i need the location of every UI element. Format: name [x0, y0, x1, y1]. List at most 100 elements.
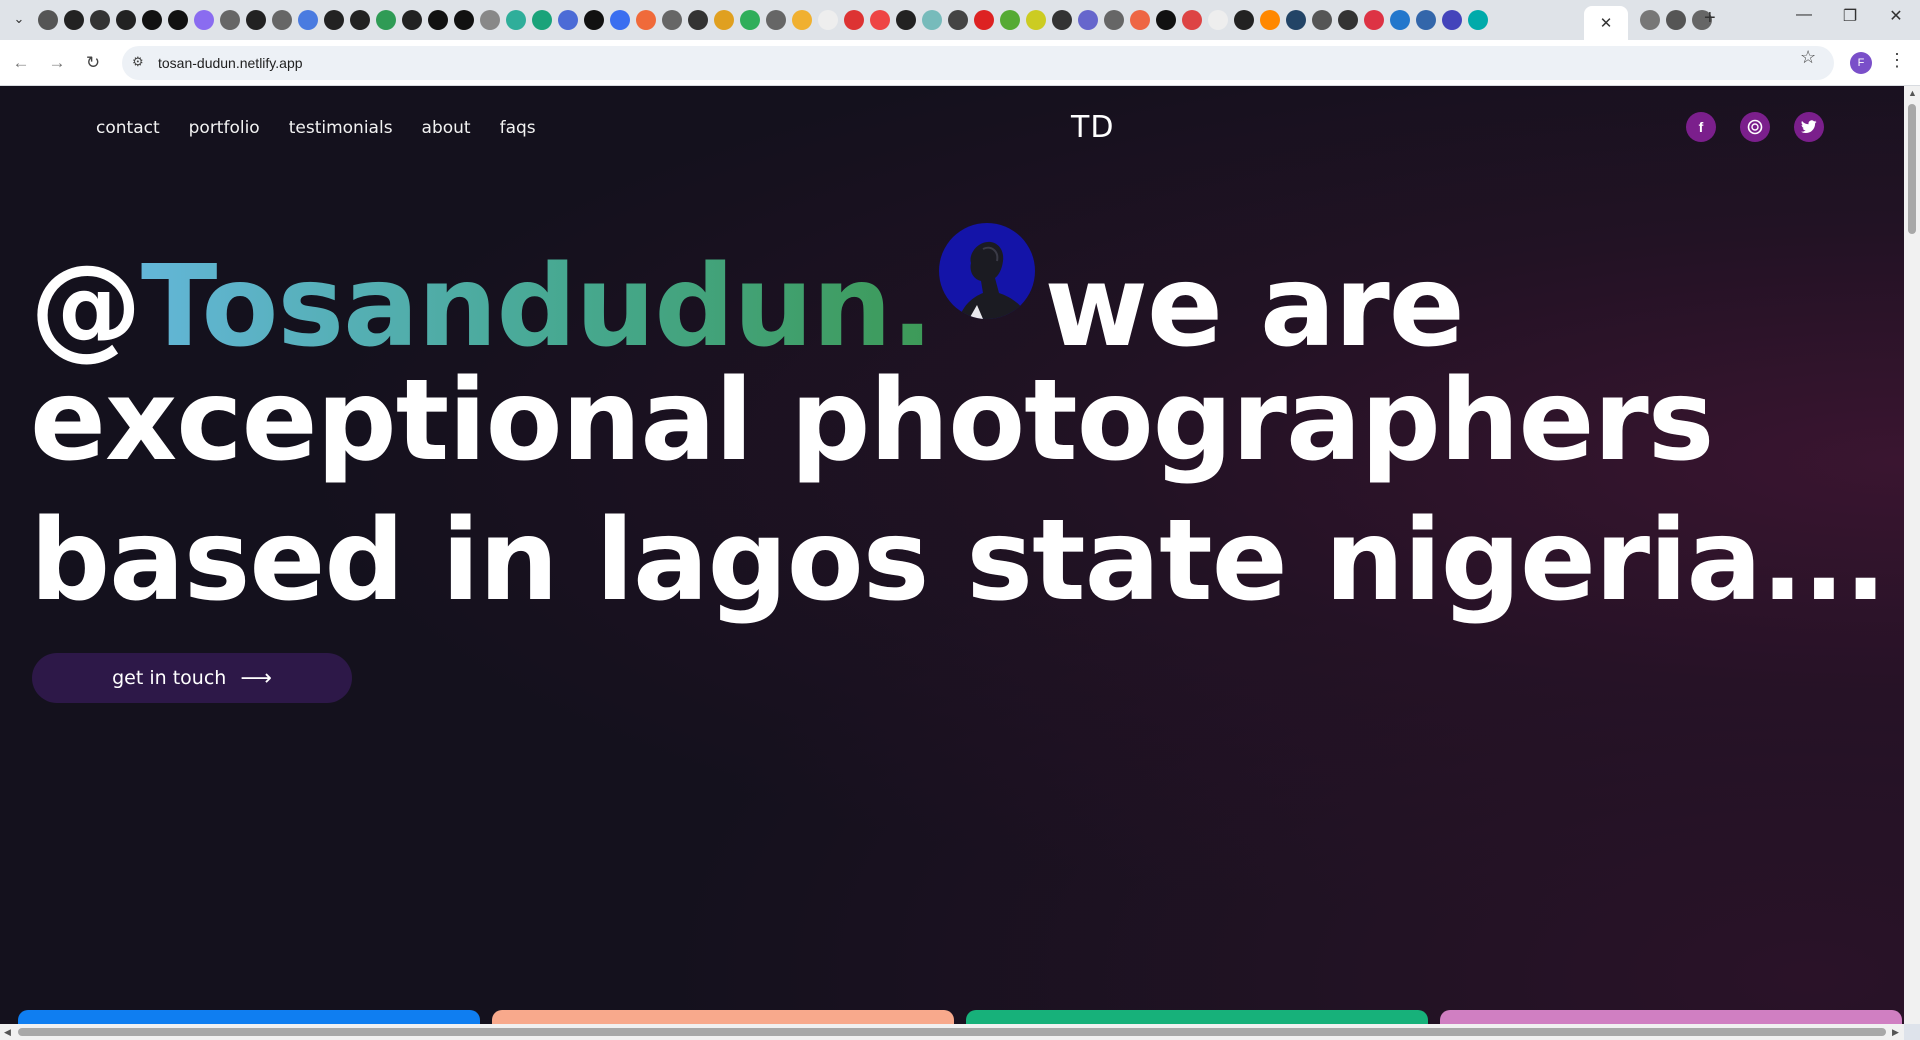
tab-favicon-icon[interactable] [766, 10, 786, 30]
tab-favicon-icon[interactable] [168, 10, 188, 30]
browser-toolbar: ← → ↻ ⚙ tosan-dudun.netlify.app ☆ F ⋮ [0, 40, 1920, 86]
tab-favicon-icon[interactable] [870, 10, 890, 30]
tab-favicon-icon[interactable] [610, 10, 630, 30]
url-text[interactable]: tosan-dudun.netlify.app [158, 55, 303, 71]
reload-icon[interactable]: ↻ [80, 50, 106, 76]
tab-favicon-icon[interactable] [636, 10, 656, 30]
horizontal-scroll-thumb[interactable] [18, 1028, 1886, 1036]
scroll-up-icon[interactable]: ▲ [1908, 88, 1917, 98]
forward-icon[interactable]: → [44, 50, 70, 76]
tab-favicon-icon[interactable] [402, 10, 422, 30]
nav-contact[interactable]: contact [96, 118, 160, 138]
tab-favicon-icon[interactable] [1468, 10, 1488, 30]
site-logo[interactable]: TD [1071, 110, 1114, 145]
tab-favicon-icon[interactable] [1130, 10, 1150, 30]
trailing-tabs [1640, 10, 1712, 30]
back-icon[interactable]: ← [8, 50, 34, 76]
pinned-tabs [38, 10, 1488, 30]
tab-favicon-icon[interactable] [376, 10, 396, 30]
tab-favicon-icon[interactable] [246, 10, 266, 30]
portfolio-card-pink[interactable] [1440, 1010, 1902, 1024]
horizontal-scrollbar[interactable]: ◀ ▶ [0, 1024, 1904, 1040]
tab-favicon-icon[interactable] [350, 10, 370, 30]
menu-kebab-icon[interactable]: ⋮ [1888, 50, 1906, 71]
tab-favicon-icon[interactable] [1234, 10, 1254, 30]
tab-favicon-icon[interactable] [532, 10, 552, 30]
tab-favicon-icon[interactable] [740, 10, 760, 30]
address-bar[interactable]: ⚙ tosan-dudun.netlify.app [122, 46, 1834, 80]
tab-favicon-icon[interactable] [38, 10, 58, 30]
facebook-icon[interactable]: f [1686, 112, 1716, 142]
tab-search-icon[interactable]: ⌄ [8, 8, 30, 30]
tab-favicon-icon[interactable] [324, 10, 344, 30]
tab-favicon-icon[interactable] [844, 10, 864, 30]
close-tab-icon[interactable]: ✕ [1600, 14, 1613, 32]
close-window-button[interactable]: ✕ [1876, 6, 1916, 26]
tab-favicon-icon[interactable] [1364, 10, 1384, 30]
tab-favicon-icon[interactable] [1666, 10, 1686, 30]
tab-favicon-icon[interactable] [1156, 10, 1176, 30]
site-info-icon[interactable]: ⚙ [132, 54, 144, 70]
tab-favicon-icon[interactable] [1442, 10, 1462, 30]
tab-favicon-icon[interactable] [1390, 10, 1410, 30]
nav-about[interactable]: about [422, 118, 471, 138]
tab-favicon-icon[interactable] [1026, 10, 1046, 30]
tab-favicon-icon[interactable] [272, 10, 292, 30]
tab-favicon-icon[interactable] [1640, 10, 1660, 30]
scroll-right-icon[interactable]: ▶ [1892, 1027, 1899, 1038]
profile-avatar[interactable]: F [1850, 52, 1872, 74]
tab-favicon-icon[interactable] [142, 10, 162, 30]
tab-favicon-icon[interactable] [90, 10, 110, 30]
tab-favicon-icon[interactable] [220, 10, 240, 30]
tab-favicon-icon[interactable] [922, 10, 942, 30]
tab-favicon-icon[interactable] [1312, 10, 1332, 30]
tab-favicon-icon[interactable] [480, 10, 500, 30]
tab-favicon-icon[interactable] [558, 10, 578, 30]
tab-favicon-icon[interactable] [714, 10, 734, 30]
tab-favicon-icon[interactable] [1000, 10, 1020, 30]
tab-favicon-icon[interactable] [1208, 10, 1228, 30]
photographer-avatar [938, 211, 1035, 319]
tab-favicon-icon[interactable] [584, 10, 604, 30]
tab-favicon-icon[interactable] [506, 10, 526, 30]
get-in-touch-button[interactable]: get in touch ⟶ [32, 653, 352, 703]
tab-favicon-icon[interactable] [896, 10, 916, 30]
tab-favicon-icon[interactable] [1416, 10, 1436, 30]
bookmark-star-icon[interactable]: ☆ [1800, 47, 1816, 68]
tab-favicon-icon[interactable] [1286, 10, 1306, 30]
vertical-scrollbar[interactable]: ▲ [1904, 86, 1920, 1024]
tab-favicon-icon[interactable] [1078, 10, 1098, 30]
new-tab-button[interactable]: + [1704, 7, 1716, 30]
vertical-scroll-thumb[interactable] [1908, 104, 1916, 234]
tab-favicon-icon[interactable] [64, 10, 84, 30]
tab-favicon-icon[interactable] [818, 10, 838, 30]
tab-favicon-icon[interactable] [948, 10, 968, 30]
tab-favicon-icon[interactable] [792, 10, 812, 30]
tab-favicon-icon[interactable] [116, 10, 136, 30]
tab-favicon-icon[interactable] [1338, 10, 1358, 30]
nav-testimonials[interactable]: testimonials [289, 118, 393, 138]
active-tab[interactable]: ✕ [1584, 6, 1628, 40]
tab-favicon-icon[interactable] [454, 10, 474, 30]
tab-favicon-icon[interactable] [1260, 10, 1280, 30]
tab-favicon-icon[interactable] [194, 10, 214, 30]
minimize-button[interactable]: — [1784, 6, 1824, 24]
tab-favicon-icon[interactable] [1104, 10, 1124, 30]
tab-favicon-icon[interactable] [1182, 10, 1202, 30]
nav-faqs[interactable]: faqs [500, 118, 536, 138]
hero-line-3: based in lagos state nigeria... [30, 496, 1887, 626]
tab-favicon-icon[interactable] [974, 10, 994, 30]
tab-favicon-icon[interactable] [662, 10, 682, 30]
portfolio-card-green[interactable] [966, 1010, 1428, 1024]
restore-button[interactable]: ❐ [1830, 6, 1870, 26]
tab-favicon-icon[interactable] [428, 10, 448, 30]
tab-favicon-icon[interactable] [1052, 10, 1072, 30]
nav-portfolio[interactable]: portfolio [189, 118, 260, 138]
portfolio-card-blue[interactable] [18, 1010, 480, 1024]
twitter-icon[interactable] [1794, 112, 1824, 142]
dribbble-icon[interactable] [1740, 112, 1770, 142]
tab-favicon-icon[interactable] [688, 10, 708, 30]
tab-favicon-icon[interactable] [298, 10, 318, 30]
portfolio-card-peach[interactable] [492, 1010, 954, 1024]
scroll-left-icon[interactable]: ◀ [4, 1027, 11, 1038]
